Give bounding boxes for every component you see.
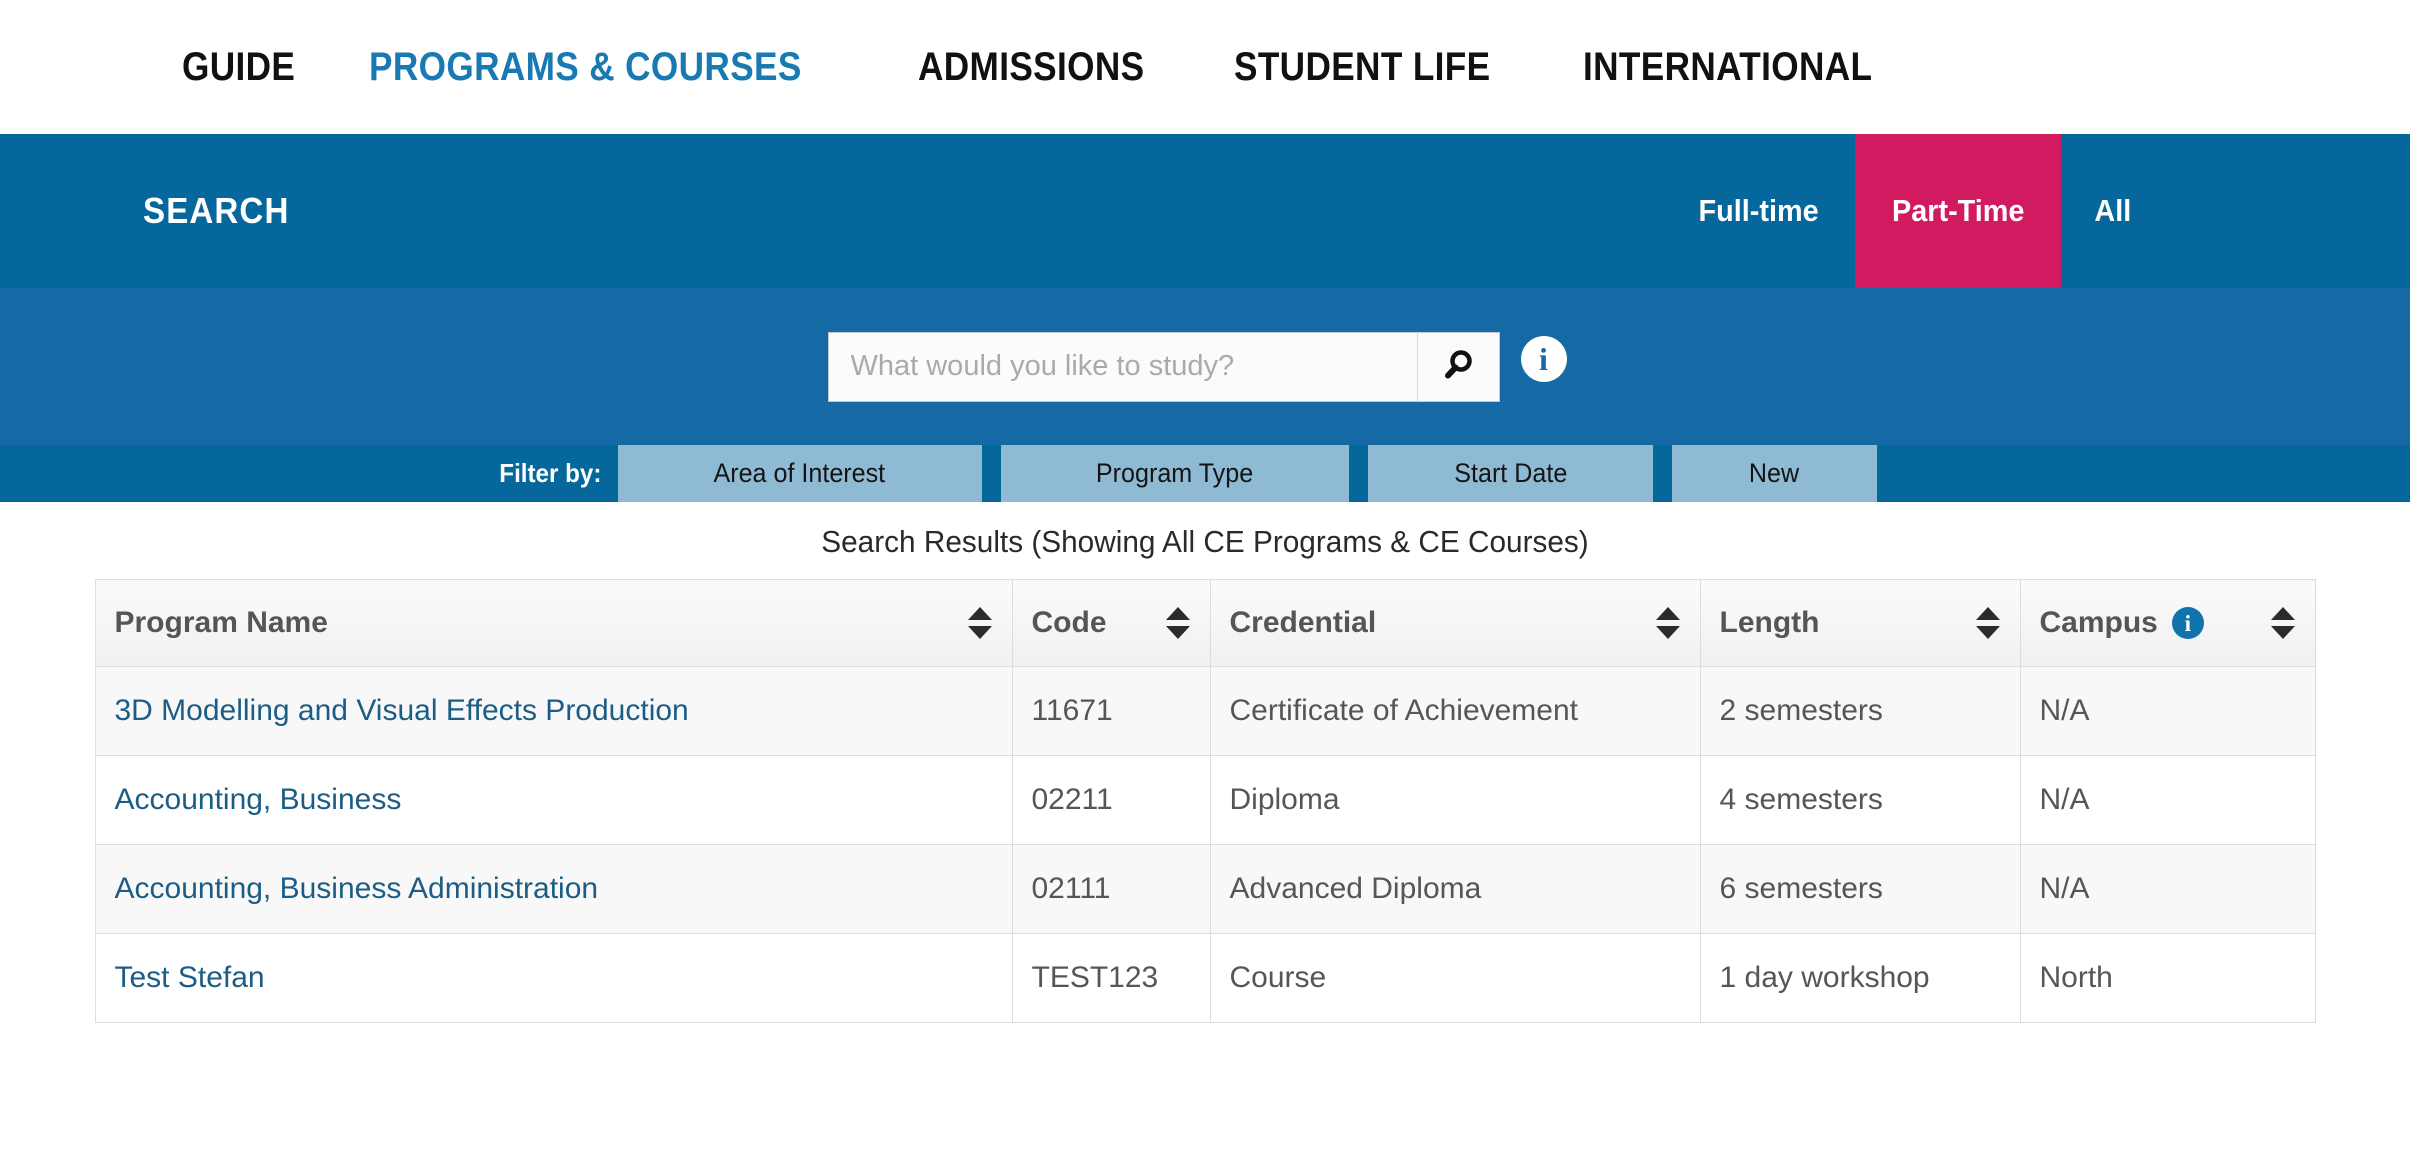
program-link[interactable]: Accounting, Business: [115, 783, 402, 816]
primary-navigation: GUIDE PROGRAMS & COURSES ADMISSIONS STUD…: [0, 0, 2410, 134]
cell-program-name: Accounting, Business: [94, 755, 1013, 845]
tab-full-time-label: Full-time: [1698, 193, 1819, 228]
cell-code: 11671: [1011, 666, 1211, 756]
filter-new-label: New: [1749, 458, 1800, 488]
column-header-code-label: Code: [1031, 606, 1107, 639]
tab-full-time[interactable]: Full-time: [1662, 134, 1855, 288]
table-row: 3D Modelling and Visual Effects Producti…: [94, 666, 2316, 756]
table-row: Accounting, Business Administration 0211…: [94, 844, 2316, 934]
results-area: Search Results (Showing All CE Programs …: [0, 502, 2410, 1023]
filter-start-date-label: Start Date: [1453, 458, 1567, 488]
search-submit-button[interactable]: [1416, 332, 1499, 401]
cell-campus: North: [2019, 933, 2316, 1023]
program-link[interactable]: 3D Modelling and Visual Effects Producti…: [115, 694, 689, 727]
cell-campus: N/A: [2019, 666, 2316, 756]
search-header-bar: SEARCH Full-time Part-Time All: [0, 134, 2410, 288]
filter-program-type-button[interactable]: Program Type: [1000, 445, 1349, 502]
study-mode-tabs: Full-time Part-Time All: [1662, 134, 2165, 288]
cell-campus: N/A: [2019, 755, 2316, 845]
cell-campus: N/A: [2019, 844, 2316, 934]
cell-code: 02111: [1011, 844, 1211, 934]
table-row: Test Stefan TEST123 Course 1 day worksho…: [94, 933, 2316, 1023]
cell-program-name: 3D Modelling and Visual Effects Producti…: [94, 666, 1013, 756]
filter-area-of-interest-label: Area of Interest: [713, 458, 886, 488]
tab-part-time[interactable]: Part-Time: [1854, 134, 2062, 288]
sort-icon-code[interactable]: [1165, 605, 1191, 641]
nav-item-international[interactable]: INTERNATIONAL: [1583, 45, 1872, 90]
column-header-length-label: Length: [1719, 606, 1820, 639]
column-header-campus-label: Campus: [2039, 606, 2158, 639]
nav-item-programs-and-courses[interactable]: PROGRAMS & COURSES: [369, 45, 802, 90]
column-header-code[interactable]: Code: [1011, 579, 1211, 667]
tab-all-label: All: [2094, 193, 2132, 228]
nav-item-student-life[interactable]: STUDENT LIFE: [1234, 45, 1490, 90]
column-header-campus[interactable]: Campus i: [2019, 579, 2316, 667]
campus-info-icon[interactable]: i: [2171, 607, 2204, 639]
search-info-icon[interactable]: i: [1520, 335, 1567, 382]
column-header-credential[interactable]: Credential: [1209, 579, 1701, 667]
sort-icon-length[interactable]: [1975, 605, 2001, 641]
filter-area-of-interest-button[interactable]: Area of Interest: [617, 445, 982, 502]
cell-program-name: Accounting, Business Administration: [94, 844, 1013, 934]
cell-credential: Diploma: [1209, 755, 1701, 845]
search-box: [827, 331, 1500, 402]
filter-new-button[interactable]: New: [1671, 445, 1877, 502]
cell-code: 02211: [1011, 755, 1211, 845]
search-icon: [1441, 348, 1475, 385]
cell-length: 6 semesters: [1699, 844, 2021, 934]
column-header-program-name-label: Program Name: [114, 606, 328, 639]
results-table-header: Program Name Code Credential Length Camp…: [94, 579, 2316, 667]
search-input[interactable]: [828, 332, 1417, 401]
sort-icon-campus[interactable]: [2270, 605, 2296, 641]
cell-length: 2 semesters: [1699, 666, 2021, 756]
cell-credential: Course: [1209, 933, 1701, 1023]
results-title: Search Results (Showing All CE Programs …: [821, 524, 1589, 559]
results-table-body: 3D Modelling and Visual Effects Producti…: [94, 666, 2316, 1023]
cell-length: 4 semesters: [1699, 755, 2021, 845]
nav-item-guide[interactable]: GUIDE: [182, 45, 295, 90]
filter-bar: Filter by: Area of Interest Program Type…: [0, 445, 2410, 502]
table-header-row: Program Name Code Credential Length Camp…: [94, 579, 2316, 667]
sort-icon-credential[interactable]: [1655, 605, 1681, 641]
tab-all[interactable]: All: [2061, 134, 2165, 288]
program-link[interactable]: Accounting, Business Administration: [115, 872, 599, 905]
search-input-group: i: [827, 331, 1567, 402]
filter-by-label: Filter by:: [499, 458, 602, 488]
cell-length: 1 day workshop: [1699, 933, 2021, 1023]
results-table: Program Name Code Credential Length Camp…: [94, 579, 2316, 1023]
column-header-length[interactable]: Length: [1699, 579, 2021, 667]
table-row: Accounting, Business 02211 Diploma 4 sem…: [94, 755, 2316, 845]
sort-icon-program-name[interactable]: [967, 605, 993, 641]
cell-credential: Advanced Diploma: [1209, 844, 1701, 934]
cell-code: TEST123: [1011, 933, 1211, 1023]
nav-item-admissions[interactable]: ADMISSIONS: [918, 45, 1144, 90]
search-heading: SEARCH: [143, 190, 290, 231]
column-header-program-name[interactable]: Program Name: [94, 579, 1013, 667]
filter-start-date-button[interactable]: Start Date: [1367, 445, 1653, 502]
cell-program-name: Test Stefan: [94, 933, 1013, 1023]
search-input-band: i: [0, 288, 2410, 445]
program-link[interactable]: Test Stefan: [115, 961, 265, 994]
page-root: GUIDE PROGRAMS & COURSES ADMISSIONS STUD…: [0, 0, 2410, 1168]
column-header-credential-label: Credential: [1229, 606, 1377, 639]
tab-part-time-label: Part-Time: [1891, 193, 2025, 228]
filter-program-type-label: Program Type: [1096, 458, 1254, 488]
cell-credential: Certificate of Achievement: [1209, 666, 1701, 756]
